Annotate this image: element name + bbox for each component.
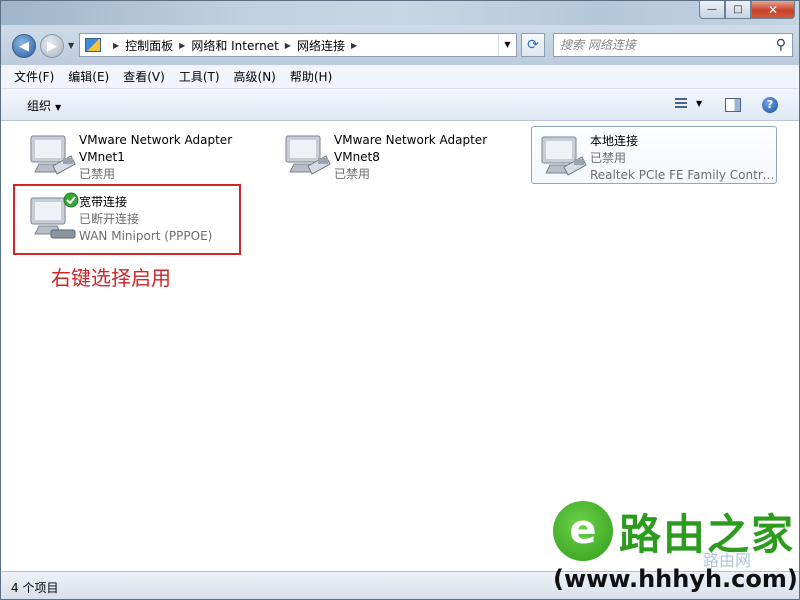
connection-name: VMware Network Adapter: [334, 133, 488, 147]
search-box[interactable]: ⚲: [553, 33, 793, 57]
site-watermark: e 路由之家 路由网 (www.hhhyh.com): [553, 499, 799, 599]
connection-status: 已禁用: [334, 167, 371, 181]
breadcrumb-network-internet[interactable]: 网络和 Internet: [191, 37, 278, 54]
search-input[interactable]: [560, 38, 760, 52]
connection-item-local[interactable]: 本地连接 已禁用 Realtek PCIe FE Family Controll…: [531, 126, 778, 184]
address-row: ◀ ▶ ▼ ▶ 控制面板 ▶ 网络和 Internet ▶ 网络连接 ▶ ▼ ⟳…: [1, 25, 799, 65]
chevron-right-icon[interactable]: ▶: [351, 41, 357, 50]
arrow-left-icon: ◀: [19, 38, 29, 54]
network-adapter-disabled-icon: [30, 135, 76, 175]
maximize-button[interactable]: □: [725, 1, 751, 19]
connection-name-line2: VMnet1: [79, 150, 125, 164]
control-panel-icon: [85, 38, 101, 52]
minimize-button[interactable]: —: [699, 1, 725, 19]
network-adapter-disabled-icon: [285, 135, 331, 175]
close-button[interactable]: ✕: [751, 1, 795, 19]
breadcrumb-control-panel[interactable]: 控制面板: [125, 37, 173, 54]
organize-button[interactable]: 组织 ▼: [27, 97, 61, 114]
arrow-right-icon: ▶: [47, 38, 57, 54]
change-view-icon[interactable]: [671, 98, 687, 112]
address-history-dropdown[interactable]: ▼: [498, 34, 516, 56]
refresh-icon: ⟳: [527, 37, 539, 53]
connection-device: Realtek PCIe FE Family Controll...: [590, 168, 778, 182]
explorer-window: — □ ✕ ◀ ▶ ▼ ▶ 控制面板 ▶ 网络和 Internet ▶ 网络连接…: [0, 0, 800, 600]
menu-file[interactable]: 文件(F): [9, 68, 59, 85]
recent-pages-dropdown[interactable]: ▼: [68, 41, 74, 50]
chevron-down-icon: ▼: [55, 103, 62, 112]
help-icon[interactable]: ?: [762, 97, 778, 113]
connection-item-vmnet1[interactable]: VMware Network Adapter VMnet1 已禁用: [21, 126, 267, 184]
watermark-logo-icon: e: [553, 501, 613, 561]
menu-help[interactable]: 帮助(H): [285, 68, 337, 85]
watermark-url: (www.hhhyh.com): [553, 565, 798, 593]
chevron-right-icon[interactable]: ▶: [179, 41, 185, 50]
title-bar[interactable]: — □ ✕: [1, 1, 799, 25]
chevron-right-icon[interactable]: ▶: [113, 41, 119, 50]
refresh-button[interactable]: ⟳: [521, 33, 545, 57]
network-adapter-disabled-icon: [541, 136, 587, 176]
address-bar[interactable]: ▶ 控制面板 ▶ 网络和 Internet ▶ 网络连接 ▶ ▼: [79, 33, 517, 57]
connection-name-line2: VMnet8: [334, 150, 380, 164]
caption-buttons: — □ ✕: [699, 1, 795, 21]
preview-pane-icon[interactable]: [725, 98, 741, 112]
connection-status: 已禁用: [590, 151, 627, 165]
command-bar: 组织 ▼ ▼ ?: [1, 89, 799, 121]
connection-name: 本地连接: [590, 134, 639, 148]
item-count: 4 个项目: [11, 581, 59, 595]
annotation-text: 右键选择启用: [51, 266, 171, 290]
menu-view[interactable]: 查看(V): [118, 68, 170, 85]
organize-label: 组织: [27, 99, 52, 113]
connection-status: 已禁用: [79, 167, 116, 181]
search-icon[interactable]: ⚲: [776, 37, 786, 53]
back-button[interactable]: ◀: [12, 34, 36, 58]
forward-button[interactable]: ▶: [40, 34, 64, 58]
breadcrumb-network-connections[interactable]: 网络连接: [297, 37, 345, 54]
chevron-right-icon[interactable]: ▶: [285, 41, 291, 50]
annotation-highlight-box: [13, 184, 241, 255]
menu-bar: 文件(F) 编辑(E) 查看(V) 工具(T) 高级(N) 帮助(H): [1, 65, 799, 89]
menu-tools[interactable]: 工具(T): [174, 68, 225, 85]
menu-advanced[interactable]: 高级(N): [229, 68, 281, 85]
menu-edit[interactable]: 编辑(E): [63, 68, 114, 85]
view-options-dropdown[interactable]: ▼: [696, 99, 702, 108]
connection-name: VMware Network Adapter: [79, 133, 233, 147]
connection-item-vmnet8[interactable]: VMware Network Adapter VMnet8 已禁用: [276, 126, 522, 184]
